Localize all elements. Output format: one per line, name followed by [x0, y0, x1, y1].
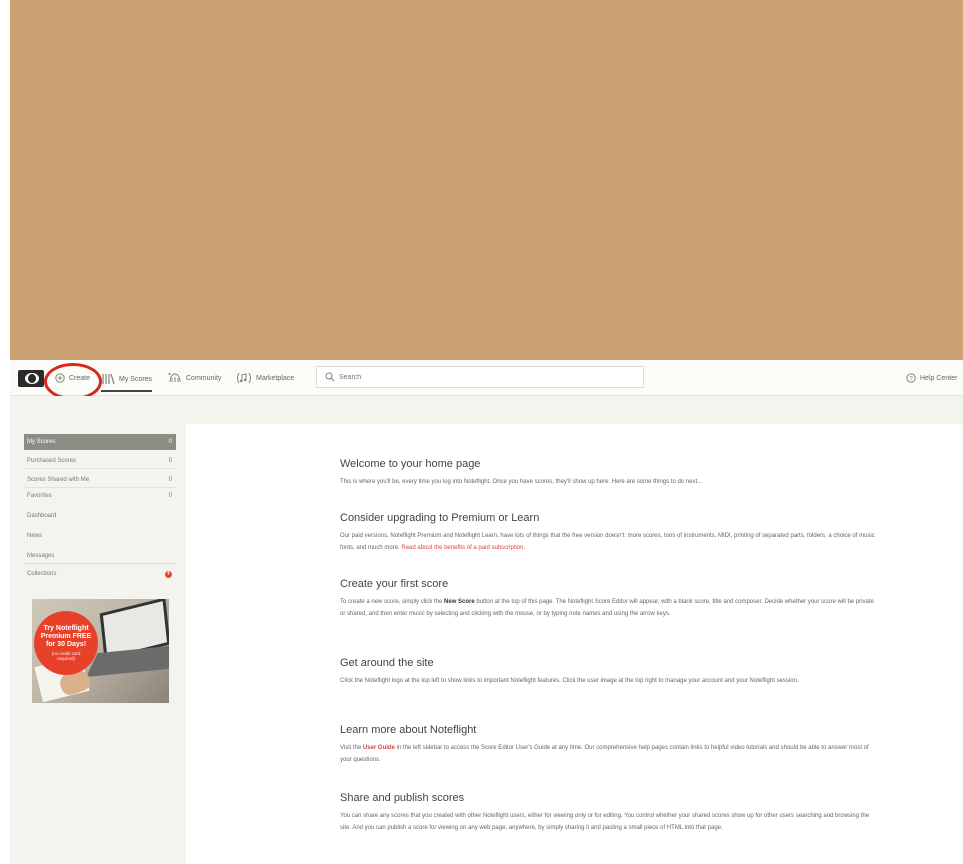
community-tab[interactable]: Community — [168, 368, 221, 388]
my-scores-icon — [102, 373, 115, 385]
noteflight-logo[interactable] — [18, 370, 44, 387]
laptop-base-illustration — [86, 644, 169, 678]
section-create: Create your first score To create a new … — [340, 578, 880, 620]
help-center-link[interactable]: ? Help Center — [906, 368, 957, 388]
sidebar-item-favorites[interactable]: Favorites 0 — [24, 488, 176, 504]
sidebar-item-count: 0 — [168, 439, 172, 445]
sidebar-item-label: Favorites — [27, 493, 52, 499]
promo-bubble: Try Noteflight Premium FREE for 30 Days!… — [34, 611, 98, 675]
sidebar-item-label: Dashboard — [27, 513, 57, 519]
marketplace-tab[interactable]: Marketplace — [236, 368, 294, 388]
sidebar-item-news[interactable]: News — [24, 528, 176, 544]
search-box[interactable] — [316, 366, 644, 388]
my-scores-tab[interactable]: My Scores — [101, 368, 153, 392]
section-body: You can share any scores that you create… — [340, 813, 870, 831]
top-navigation-bar: Create My Scores Community Marketplace S… — [10, 360, 963, 396]
main-content: Welcome to your home page This is where … — [186, 424, 963, 864]
section-body: Click the Noteflight logo at the top lef… — [340, 678, 799, 684]
sidebar-item-collections[interactable]: Collections + — [24, 566, 176, 582]
sidebar-item-label: Scores Shared with Me — [27, 476, 90, 483]
promo-line: Premium FREE — [40, 633, 92, 640]
premium-trial-promo[interactable]: Try Noteflight Premium FREE for 30 Days!… — [32, 599, 169, 703]
marketplace-icon — [237, 372, 251, 384]
section-upgrade: Consider upgrading to Premium or Learn O… — [340, 512, 880, 554]
sidebar-item-count: 0 — [168, 457, 172, 464]
section-body: Visit the User Guide in the left sidebar… — [340, 745, 869, 763]
marketplace-label: Marketplace — [256, 374, 295, 382]
sidebar: My Scores 0 Purchased Scores 0 Scores Sh… — [24, 434, 176, 582]
help-label: Help Center — [920, 374, 958, 382]
section-learn-more: Learn more about Noteflight Visit the Us… — [340, 724, 880, 766]
search-input[interactable] — [339, 373, 629, 381]
section-share: Share and publish scores You can share a… — [340, 792, 880, 834]
create-button[interactable]: Create — [55, 368, 90, 388]
search-icon — [325, 372, 335, 382]
section-body: Our paid versions, Noteflight Premium an… — [340, 533, 875, 551]
section-title: Consider upgrading to Premium or Learn — [340, 512, 540, 524]
sidebar-item-label: My Scores — [27, 439, 56, 445]
sidebar-item-count: 0 — [168, 476, 172, 483]
sidebar-item-my-scores[interactable]: My Scores 0 — [24, 434, 176, 450]
section-body: To create a new score, simply click the … — [340, 599, 874, 617]
my-scores-label: My Scores — [119, 375, 153, 383]
promo-line: for 30 Days! — [45, 641, 87, 648]
promo-line: Try Noteflight — [43, 625, 89, 632]
section-title: Learn more about Noteflight — [340, 724, 477, 736]
section-welcome: Welcome to your home page This is where … — [340, 458, 880, 488]
section-get-around: Get around the site Click the Noteflight… — [340, 657, 880, 687]
section-title: Share and publish scores — [340, 792, 465, 804]
create-label: Create — [69, 374, 91, 382]
user-guide-link[interactable]: User Guide — [363, 745, 395, 751]
sidebar-item-shared-with-me[interactable]: Scores Shared with Me 0 — [24, 472, 176, 488]
sidebar-item-count: 0 — [168, 493, 172, 499]
community-label: Community — [186, 374, 222, 382]
sidebar-item-dashboard[interactable]: Dashboard — [24, 508, 176, 524]
new-score-emphasis: New Score — [444, 599, 475, 605]
top-banner — [10, 0, 963, 360]
help-icon: ? — [906, 373, 916, 383]
sidebar-item-label: Messages — [27, 552, 55, 559]
community-icon — [168, 373, 181, 383]
section-body: This is where you'll be, every time you … — [340, 479, 703, 485]
section-title: Create your first score — [340, 578, 449, 590]
sidebar-item-label: Purchased Scores — [27, 457, 77, 464]
promo-note: (no credit card required) — [51, 651, 81, 661]
sidebar-item-messages[interactable]: Messages — [24, 548, 176, 564]
section-title: Get around the site — [340, 657, 434, 669]
sidebar-item-label: Collections — [27, 571, 57, 577]
add-collection-icon[interactable]: + — [165, 570, 172, 578]
paid-subscription-link[interactable]: Read about the benefits of a paid subscr… — [401, 545, 525, 551]
sidebar-item-label: News — [27, 533, 43, 539]
sidebar-item-purchased-scores[interactable]: Purchased Scores 0 — [24, 453, 176, 469]
plus-circle-icon — [55, 373, 65, 383]
section-title: Welcome to your home page — [340, 458, 481, 470]
